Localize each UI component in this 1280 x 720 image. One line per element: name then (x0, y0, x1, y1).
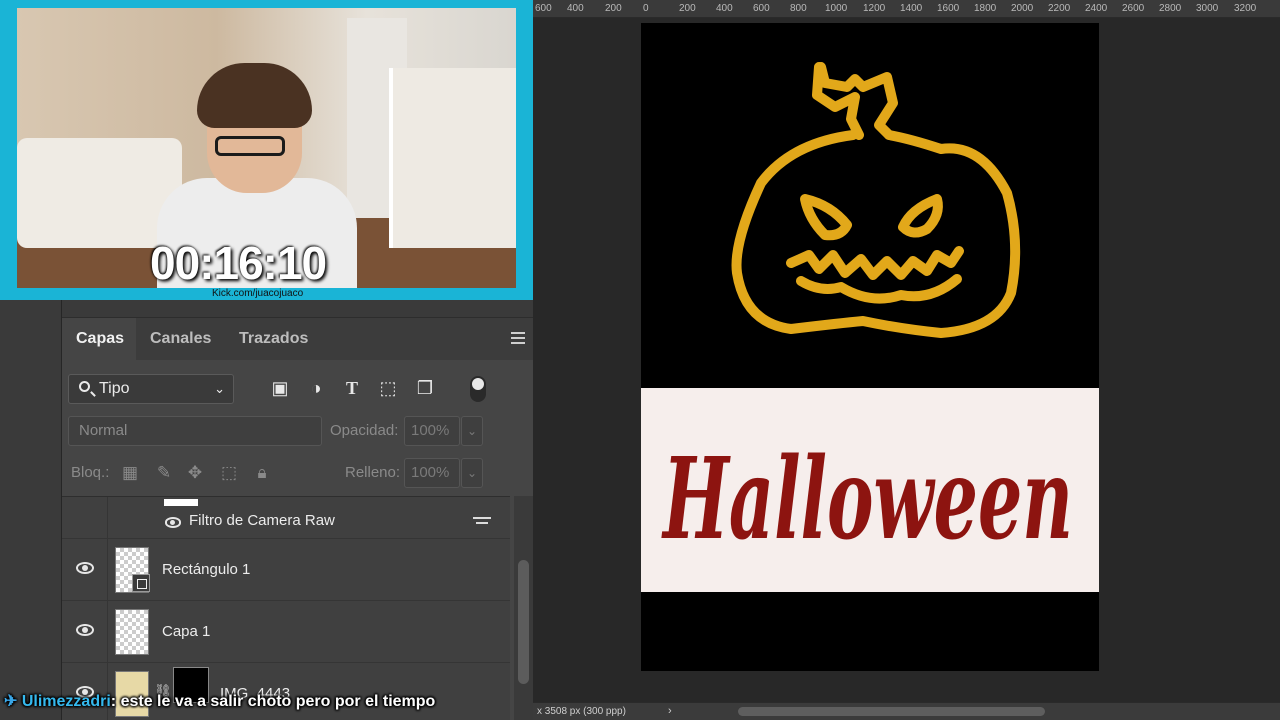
halloween-banner: Halloween (641, 388, 1099, 592)
chat-username: Ulimezzadri (21, 693, 111, 710)
chat-colon: : (110, 693, 117, 710)
collapsed-panel-strip (0, 300, 62, 720)
ruler-label: 1600 (937, 3, 960, 14)
eye-icon[interactable] (76, 624, 94, 636)
opacity-field[interactable]: 100% (404, 416, 460, 446)
lock-position-icon[interactable]: ✥ (185, 463, 205, 483)
ruler-label: 0 (643, 3, 649, 14)
chevron-down-icon: ⌄ (214, 381, 225, 396)
layer-thumbnail (115, 609, 149, 655)
canvas-workspace[interactable]: 600 400 200 0 200 400 600 800 1000 1200 … (533, 0, 1280, 720)
ruler-label: 2400 (1085, 3, 1108, 14)
ruler-label: 400 (716, 3, 733, 14)
visibility-column (62, 497, 108, 539)
layers-panel: Capas Canales Trazados Tipo ⌄ ▣ ◑ T ⬚ ❐ (62, 300, 533, 720)
status-expand-arrow[interactable]: › (668, 705, 672, 717)
panel-header-bar (62, 300, 533, 318)
ruler-label: 200 (679, 3, 696, 14)
layer-thumbnail (115, 547, 150, 593)
opacity-dropdown-icon[interactable]: ⌄ (461, 416, 483, 446)
layer-list-scroll-thumb[interactable] (518, 560, 529, 684)
ruler-label: 800 (790, 3, 807, 14)
ruler-label: 1200 (863, 3, 886, 14)
horizontal-ruler[interactable]: 600 400 200 0 200 400 600 800 1000 1200 … (533, 0, 1280, 18)
status-bar: x 3508 px (300 ppp) › (533, 702, 1280, 720)
ruler-label: 1400 (900, 3, 923, 14)
filter-mask-thumbnail[interactable] (164, 499, 198, 506)
smart-object-filter-icon[interactable]: ❐ (414, 377, 436, 399)
adjustment-filter-icon[interactable]: ◑ (305, 377, 327, 399)
ruler-label: 200 (605, 3, 622, 14)
filter-options-icon[interactable] (473, 517, 491, 529)
ruler-label: 2800 (1159, 3, 1182, 14)
webcam-overlay: 00:16:10 Kick.com/juacojuaco (0, 0, 533, 300)
lock-artboard-icon[interactable]: ⬚ (219, 463, 239, 483)
fill-field[interactable]: 100% (404, 458, 460, 488)
lock-transparent-icon[interactable]: ▦ (120, 463, 140, 483)
ruler-label: 3200 (1234, 3, 1257, 14)
layer-row-camera-raw-filter[interactable]: Filtro de Camera Raw (62, 497, 510, 539)
halloween-lettering: Halloween (661, 434, 1073, 565)
ruler-label: 3000 (1196, 3, 1219, 14)
type-filter-icon[interactable]: T (341, 377, 363, 399)
ruler-label: 1800 (974, 3, 997, 14)
horizontal-scroll-thumb[interactable] (738, 707, 1045, 716)
channel-tag: Kick.com/juacojuaco (212, 288, 304, 299)
ruler-label: 600 (753, 3, 770, 14)
search-icon (79, 381, 90, 392)
room-shelf (389, 68, 516, 248)
visibility-column[interactable] (62, 539, 108, 600)
layer-row-rectangulo-1[interactable]: Rectángulo 1 (62, 539, 510, 601)
chat-text: este le va a salir choto pero por el tie… (120, 693, 436, 710)
pumpkin-drawing (731, 62, 1021, 338)
lock-row: Bloq.: ▦ ✎ ✥ ⬚ 🔒︎ Relleno: 100% ⌄ (62, 455, 533, 491)
artboard[interactable]: Halloween (641, 23, 1099, 671)
shape-layer-icon (132, 574, 150, 592)
lock-all-icon[interactable]: 🔒︎ (252, 463, 272, 483)
panel-menu-icon[interactable] (511, 332, 525, 344)
shape-filter-icon[interactable]: ⬚ (377, 377, 399, 399)
streamer-glasses (215, 136, 285, 156)
tab-trazados[interactable]: Trazados (239, 318, 308, 360)
image-filter-icon[interactable]: ▣ (269, 377, 291, 399)
eye-icon[interactable] (76, 562, 94, 574)
lock-brush-icon[interactable]: ✎ (154, 463, 174, 483)
horizontal-scrollbar[interactable] (683, 707, 1273, 716)
visibility-column[interactable] (62, 601, 108, 662)
layer-row-capa-1[interactable]: Capa 1 (62, 601, 510, 663)
document-info[interactable]: x 3508 px (300 ppp) (537, 706, 626, 717)
lock-label: Bloq.: (71, 464, 110, 481)
screen-root: 600 400 200 0 200 400 600 800 1000 1200 … (0, 0, 1280, 720)
ruler-label: 2000 (1011, 3, 1034, 14)
tab-capas[interactable]: Capas (62, 318, 136, 360)
panel-tabs: Capas Canales Trazados (62, 318, 533, 360)
layer-name: Rectángulo 1 (162, 561, 251, 578)
fill-dropdown-icon[interactable]: ⌄ (461, 458, 483, 488)
left-column: Capas Canales Trazados Tipo ⌄ ▣ ◑ T ⬚ ❐ (0, 0, 533, 720)
blend-mode-value: Normal (79, 422, 128, 439)
stream-timer: 00:16:10 (150, 237, 327, 289)
layer-filter-select[interactable]: Tipo ⌄ (68, 374, 234, 404)
filter-toggle[interactable] (470, 376, 486, 402)
eye-icon[interactable] (165, 517, 181, 528)
layer-name: Filtro de Camera Raw (189, 512, 335, 529)
chat-message: ✈ Ulimezzadri: este le va a salir choto … (4, 691, 435, 711)
layer-name: Capa 1 (162, 623, 211, 640)
layer-filter-row: Tipo ⌄ ▣ ◑ T ⬚ ❐ (62, 368, 533, 408)
blend-mode-select[interactable]: Normal (68, 416, 322, 446)
halloween-text: Halloween (661, 434, 1073, 565)
ruler-label: 600 (535, 3, 552, 14)
layer-list: Filtro de Camera Raw Rectángulo 1 Capa 1 (62, 496, 510, 720)
ruler-label: 400 (567, 3, 584, 14)
layer-list-scrollbar[interactable] (514, 496, 533, 720)
ruler-label: 1000 (825, 3, 848, 14)
fill-label: Relleno: (345, 464, 401, 481)
ruler-label: 2600 (1122, 3, 1145, 14)
blend-row: Normal Opacidad: 100% ⌄ (62, 413, 533, 449)
pin-icon: ✈ (4, 693, 18, 710)
ruler-label: 2200 (1048, 3, 1071, 14)
tab-canales[interactable]: Canales (150, 318, 211, 360)
layer-filter-value: Tipo (99, 380, 130, 397)
opacity-label: Opacidad: (330, 422, 399, 439)
